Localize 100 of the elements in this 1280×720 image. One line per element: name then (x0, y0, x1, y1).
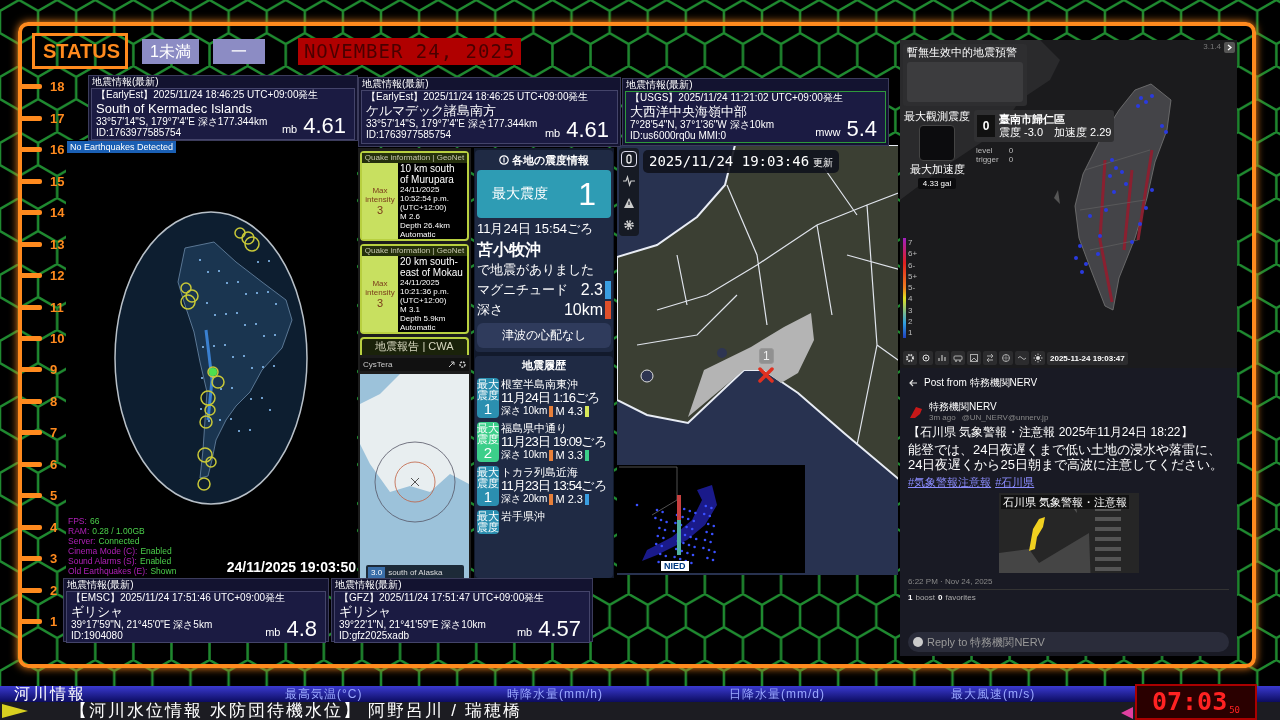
magnitude-value: 5.4 (846, 116, 877, 142)
epicenter-name: トカラ列島近海 (501, 466, 579, 479)
magnitude-type: mb (516, 626, 533, 638)
source-line: 【EarlyEst】2025/11/24 18:46:25 UTC+09:00発生 (366, 91, 589, 103)
intensity-value: 3 (376, 204, 384, 216)
epicenter-name: 苫小牧沖 (477, 240, 542, 259)
column-heading: 時降水量(mm/h) (507, 685, 604, 702)
post-body: 能登では、24日夜遅くまで低い土地の浸水や落雷に、24日夜遅くから25日朝まで高波に注意してください。 (908, 442, 1224, 472)
legend-label: 6- (908, 260, 917, 271)
stat-value: Enabled (140, 556, 172, 566)
depth-label: 深さ (501, 405, 521, 417)
history-title: 地震履歴 (521, 358, 567, 373)
station-intensity: 0 (977, 115, 995, 137)
quake-id: ID:gfz2025xadb (339, 630, 410, 642)
magnitude-value: 2.3 (580, 281, 603, 299)
quake-time: 11月24日 15:54ごろ (477, 220, 595, 238)
legend-label: 6+ (908, 249, 918, 260)
legend-label: 2 (908, 316, 914, 327)
source-line: 【EarlyEst】2025/11/24 18:46:25 UTC+09:00発生 (96, 89, 319, 101)
stat-value: Connected (98, 536, 140, 546)
epicenter-name: 根室半島南東沖 (501, 378, 579, 391)
date-display: NOVEMBER 24, 2025 (297, 37, 522, 65)
place-name: ギリシャ (339, 603, 391, 619)
timezone: (UTC+12:00) (400, 203, 447, 212)
magnitude-type: mww (815, 127, 841, 139)
scale-label: 11 (50, 299, 64, 315)
boost-label: boost (915, 593, 936, 602)
quake-time: 11月24日 1:16ごろ (501, 391, 600, 405)
quake-id: ID:1763977585754 (366, 129, 452, 141)
stat-value: Enabled (140, 546, 172, 556)
max-intensity-value: 1 (578, 175, 596, 213)
version-label: 3.1.4 (1203, 42, 1221, 51)
updated-label: 更新 (813, 156, 834, 170)
post-timestamp: 6:22 PM · Nov 24, 2025 (908, 577, 994, 586)
history-item[interactable]: 最大震度 岩手県沖 (477, 510, 611, 534)
scale-label: 16 (50, 142, 65, 158)
magnitude: M 2.6 (400, 212, 420, 221)
station-detail: 震度 -3.0 加速度 2.29 (999, 126, 1112, 139)
badge-label: 最大震度 (477, 467, 499, 489)
hashtag-link[interactable]: #石川県 (995, 475, 1035, 490)
badge-label: 最大震度 (477, 511, 499, 533)
ticker-title: 河川情報 (13, 686, 86, 702)
card-title: Quake information | GeoNet (362, 153, 467, 163)
panel-title: 各地の震度情報 (512, 152, 589, 168)
scale-label: 18 (50, 79, 65, 95)
scale-label: 9 (50, 362, 58, 378)
timestamp: 24/11/2025 19:03:50 (226, 559, 356, 575)
intensity-value: 3 (376, 297, 384, 309)
badge-label: 最大震度 (477, 423, 499, 445)
scale-label: 14 (50, 205, 65, 221)
scale-label: 2 (50, 582, 58, 598)
status-badge: No Earthquakes Detected (67, 141, 177, 153)
stat-value: 0.28 / 1.00GB (92, 526, 145, 536)
post-age: 3m ago (929, 413, 956, 422)
quake-time: 11月23日 13:54ごろ (501, 479, 606, 493)
magnitude-type: mb (281, 123, 298, 135)
hashtag-link[interactable]: #気象警報注意報 (908, 475, 992, 490)
scale-label: 8 (50, 393, 58, 409)
magnitude-value: 4.57 (538, 615, 581, 642)
magnitude-value: M 3.3 (555, 449, 583, 461)
scale-label: 15 (50, 173, 65, 189)
depth-value: 10km (523, 449, 548, 461)
card-title: Quake information | GeoNet (362, 246, 467, 256)
intensity-value: 1 (483, 489, 493, 505)
legend-label: 7 (908, 238, 914, 248)
scale-label: 13 (50, 236, 65, 252)
quake-time: 11月23日 19:09ごろ (501, 435, 606, 449)
quake-id: ID:us6000rq0u MMI:0 (630, 130, 727, 142)
depth-value: 10km (523, 405, 548, 417)
reply-field[interactable]: Reply to 特務機関NERV (908, 632, 1229, 652)
tsunami-status: 津波の心配なし (477, 323, 611, 348)
scale-label: 4 (50, 519, 58, 535)
coordinates: 33°57'14"S, 179°7'4"E 深さ177.344km (366, 117, 538, 129)
favorite-label: favorites (945, 593, 976, 602)
place-name: ケルマデック諸島南方 (366, 102, 496, 118)
epicenter-name: 岩手県沖 (501, 510, 545, 523)
timestamp: 2025/11/24 19:03:46 (649, 153, 810, 169)
stat-label: Server: (68, 536, 96, 546)
app-name: CysTera (363, 360, 393, 369)
status-label: STATUS (32, 33, 128, 69)
source-line: 【EMSC】2025/11/24 17:51:46 UTC+09:00発生 (71, 592, 286, 604)
level-value: 0 (1008, 146, 1014, 155)
depth-value: 20km (523, 493, 548, 505)
location-label: south of Alaska (388, 568, 443, 577)
card-title: 地震情報(最新) (66, 579, 135, 591)
coordinates: 33°57'14"S, 179°7'4"E 深さ177.344km (96, 115, 268, 127)
coordinates: 39°22'1"N, 21°41'59"E 深さ10km (339, 618, 486, 630)
post-header: Post from 特務機関NERV (924, 376, 1038, 390)
magnitude-label: マグニチュード (477, 281, 569, 299)
location-title: 10 km south of Murupara (400, 163, 456, 185)
scale-label: 12 (50, 268, 65, 284)
max-acceleration-value: 4.33 gal (917, 178, 957, 189)
intensity-marker: 1 (759, 348, 774, 364)
mode-label: Automatic (400, 230, 436, 239)
clock-time: 07:03 (1151, 689, 1228, 715)
place-name: 大西洋中央海嶺中部 (630, 103, 747, 119)
magnitude-value: 4.61 (303, 112, 346, 139)
depth-label: 深さ (501, 493, 521, 505)
legend-label: 4 (908, 294, 914, 305)
trigger-label: trigger (976, 155, 999, 164)
